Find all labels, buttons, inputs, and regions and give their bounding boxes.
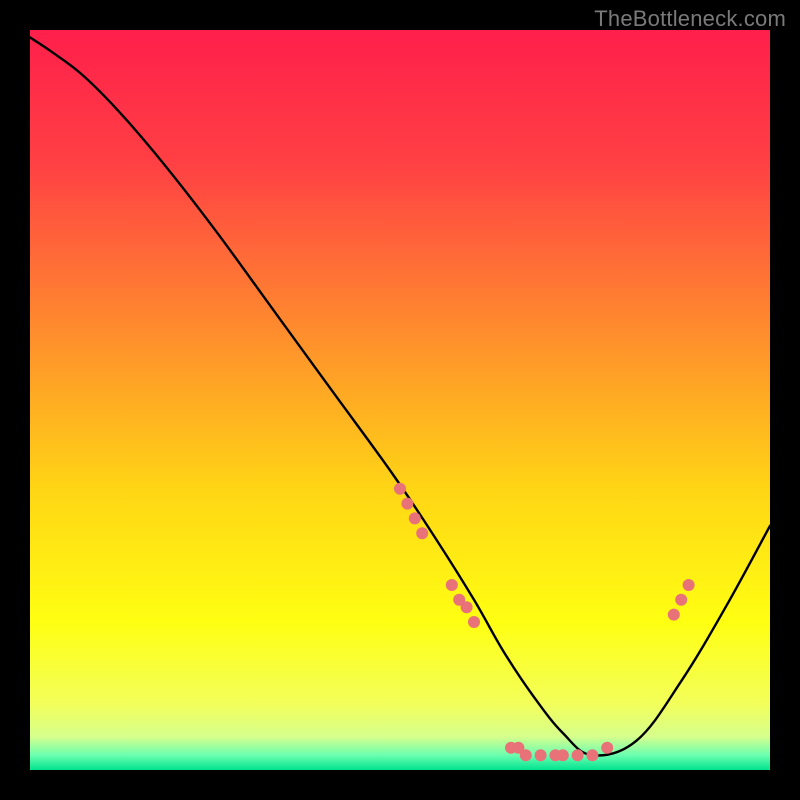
- gradient-background: [30, 30, 770, 770]
- data-marker: [461, 601, 473, 613]
- data-marker: [586, 749, 598, 761]
- chart-frame: TheBottleneck.com: [0, 0, 800, 800]
- data-marker: [446, 579, 458, 591]
- data-marker: [394, 483, 406, 495]
- data-marker: [683, 579, 695, 591]
- data-marker: [416, 527, 428, 539]
- plot-area: [30, 30, 770, 770]
- bottleneck-chart: [30, 30, 770, 770]
- data-marker: [401, 498, 413, 510]
- data-marker: [468, 616, 480, 628]
- data-marker: [572, 749, 584, 761]
- data-marker: [520, 749, 532, 761]
- data-marker: [601, 742, 613, 754]
- data-marker: [668, 609, 680, 621]
- data-marker: [409, 512, 421, 524]
- data-marker: [557, 749, 569, 761]
- data-marker: [675, 594, 687, 606]
- watermark-text: TheBottleneck.com: [594, 6, 786, 32]
- data-marker: [535, 749, 547, 761]
